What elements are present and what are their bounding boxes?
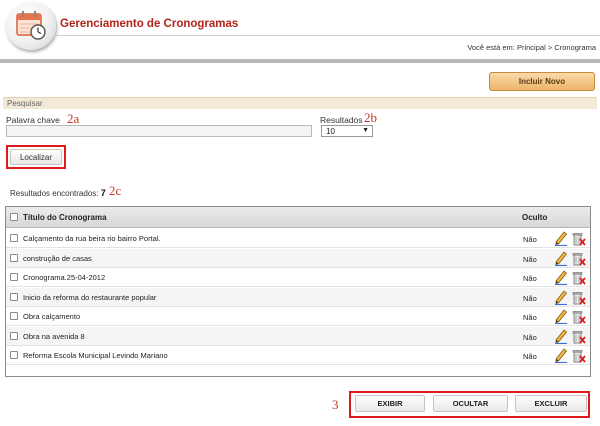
row-title: Calçamento da rua beira rio bairro Porta…: [23, 234, 161, 243]
hide-button[interactable]: OCULTAR: [433, 395, 508, 412]
row-oculto: Não: [523, 313, 537, 322]
table-row: Reforma Escola Municipal Levindo Mariano…: [6, 346, 590, 365]
row-title: Obra na avenida 8: [23, 331, 85, 341]
search-section-title: Pesquisar: [7, 99, 43, 108]
keyword-label: Palavra chave: [6, 115, 60, 125]
row-oculto: Não: [523, 293, 537, 303]
column-header-title[interactable]: Título do Cronograma: [23, 213, 107, 222]
row-title: Reforma Escola Municipal Levindo Mariano: [23, 351, 168, 360]
table-row: construção de casas Não: [6, 248, 590, 268]
edit-pencil-icon[interactable]: [554, 289, 568, 307]
include-new-button[interactable]: Incluir Novo: [489, 72, 595, 91]
keyword-input[interactable]: [6, 125, 312, 137]
column-header-oculto[interactable]: Oculto: [522, 213, 547, 222]
edit-pencil-icon[interactable]: [554, 269, 568, 287]
row-checkbox[interactable]: [10, 292, 18, 301]
row-oculto: Não: [523, 352, 537, 361]
row-title: construção de casas: [23, 253, 92, 263]
app-logo: [6, 2, 56, 50]
table-row: Obra na avenida 8 Não: [6, 326, 590, 346]
table-row: Inicio da reforma do restaurante popular…: [6, 287, 590, 307]
search-section-header: Pesquisar: [3, 97, 597, 109]
row-checkbox[interactable]: [10, 351, 18, 359]
row-checkbox[interactable]: [10, 253, 18, 262]
delete-trash-icon[interactable]: [572, 290, 586, 307]
breadcrumb-current: Cronograma: [554, 43, 596, 52]
edit-pencil-icon[interactable]: [554, 230, 568, 248]
search-button[interactable]: Localizar: [10, 149, 62, 165]
table-row: Obra calçamento Não: [6, 307, 590, 326]
delete-trash-icon[interactable]: [572, 251, 586, 268]
results-count-text: Resultados encontrados: 7: [10, 188, 106, 198]
page-title: Gerenciamento de Cronogramas: [60, 18, 239, 30]
results-count-value: 7: [100, 188, 106, 198]
delete-trash-icon[interactable]: [572, 309, 586, 326]
chevron-down-icon: ▼: [362, 127, 369, 134]
row-checkbox[interactable]: [10, 312, 18, 320]
breadcrumb-link-principal[interactable]: Principal: [517, 43, 546, 52]
annotation-3: 3: [332, 397, 339, 412]
annotation-2c: 2c: [109, 183, 122, 198]
row-title: Cronograma.25-04-2012: [23, 273, 106, 282]
row-title: Obra calçamento: [23, 312, 81, 321]
delete-trash-icon[interactable]: [572, 329, 586, 346]
edit-pencil-icon[interactable]: [554, 347, 568, 365]
breadcrumb-prefix: Você está em:: [467, 43, 515, 52]
table-row: Calçamento da rua beira rio bairro Porta…: [6, 229, 590, 248]
results-per-page-label: Resultados: [320, 115, 363, 125]
breadcrumb-separator: >: [547, 43, 553, 52]
row-checkbox[interactable]: [10, 331, 18, 340]
header-rule: [0, 59, 600, 63]
row-checkbox[interactable]: [10, 234, 18, 242]
edit-pencil-icon[interactable]: [554, 328, 568, 346]
results-count-label: Resultados encontrados:: [10, 189, 99, 198]
table-header: Título do Cronograma Oculto: [6, 207, 590, 228]
edit-pencil-icon[interactable]: [554, 250, 568, 268]
annotation-2b: 2b: [364, 110, 377, 125]
show-button[interactable]: EXIBIR: [355, 395, 425, 412]
delete-button[interactable]: EXCLUIR: [515, 395, 587, 412]
edit-pencil-icon[interactable]: [554, 308, 568, 326]
row-oculto: Não: [523, 254, 537, 264]
delete-trash-icon[interactable]: [572, 231, 586, 248]
delete-trash-icon[interactable]: [572, 348, 586, 365]
breadcrumb: Você está em: Principal > Cronograma: [467, 43, 596, 52]
results-per-page-select[interactable]: 10 ▼: [321, 125, 373, 137]
results-per-page-value: 10: [326, 127, 335, 136]
row-oculto: Não: [523, 235, 537, 244]
delete-trash-icon[interactable]: [572, 270, 586, 287]
calendar-clock-icon: [16, 11, 46, 40]
row-title: Inicio da reforma do restaurante popular: [23, 292, 157, 302]
row-checkbox[interactable]: [10, 273, 18, 281]
row-oculto: Não: [523, 274, 537, 283]
row-oculto: Não: [523, 332, 537, 342]
header-divider: [56, 35, 600, 36]
select-all-checkbox[interactable]: [10, 213, 18, 221]
table-row: Cronograma.25-04-2012 Não: [6, 268, 590, 287]
